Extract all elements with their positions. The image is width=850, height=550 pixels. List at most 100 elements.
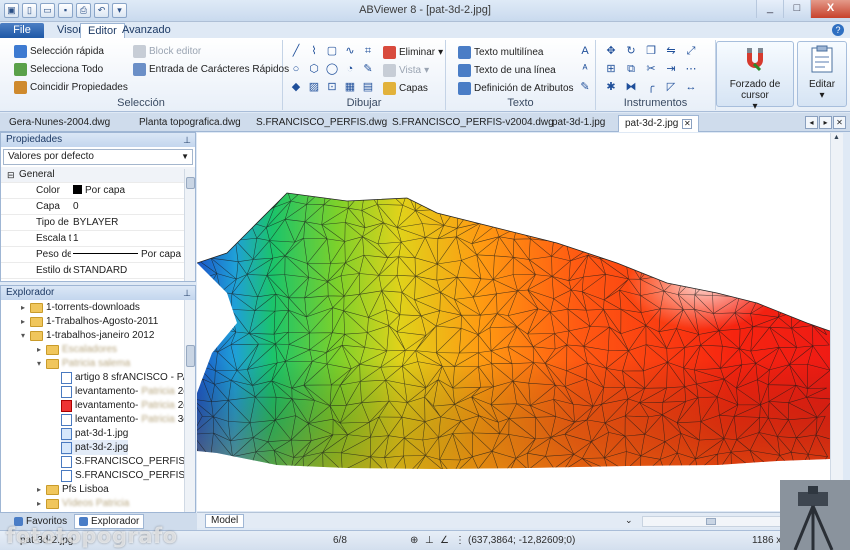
scroll-up-icon[interactable]: ▲: [831, 133, 842, 144]
text-find-icon[interactable]: ᴬ: [578, 62, 592, 76]
tab-model[interactable]: Model: [205, 514, 245, 528]
maximize-button[interactable]: □: [783, 0, 810, 18]
image-tool-icon[interactable]: ▦: [343, 80, 357, 94]
trim-icon[interactable]: ✂: [644, 62, 658, 76]
dimension-tool-icon[interactable]: ⊡: [325, 80, 339, 94]
tree-item[interactable]: ▸ 1-torrents-downloads: [19, 300, 140, 315]
move-icon[interactable]: ✥: [604, 44, 618, 58]
property-row[interactable]: Escala ti 1: [1, 231, 195, 247]
tree-item[interactable]: ▾ Patricia salema: [35, 356, 130, 371]
offset-icon[interactable]: ⧉: [624, 62, 638, 76]
drawing-canvas[interactable]: [197, 133, 830, 511]
quick-select-button[interactable]: Selección rápida: [14, 43, 104, 59]
tab-favoritos[interactable]: Favoritos: [10, 514, 71, 529]
chevron-down-icon[interactable]: ⌄: [625, 515, 633, 526]
explode-icon[interactable]: ✱: [604, 80, 618, 94]
collapse-icon[interactable]: ▾: [35, 356, 43, 371]
scrollbar-thumb[interactable]: [186, 345, 195, 367]
mirror-icon[interactable]: ⇋: [664, 44, 678, 58]
doc-tab[interactable]: pat-3d-1.jpg: [546, 115, 611, 132]
tree-item[interactable]: levantamento-Patricia3d-t: [61, 412, 195, 427]
expand-icon[interactable]: ▸: [19, 314, 27, 329]
scroll-left-icon[interactable]: ◂: [805, 116, 818, 129]
property-row[interactable]: Peso de Por capa: [1, 247, 195, 263]
tree-item[interactable]: levantamento-Patricia2d-t: [61, 398, 195, 413]
stretch-icon[interactable]: ↔: [684, 80, 698, 94]
pin-icon[interactable]: ⊥: [183, 134, 191, 147]
tree-item[interactable]: artigo 8 sfrANCISCO - PAT: [61, 370, 195, 385]
tree-item[interactable]: ▸ Vídeos Patricia: [35, 496, 129, 511]
rectangle-tool-icon[interactable]: ▢: [325, 44, 339, 58]
tree-item-selected[interactable]: pat-3d-2.jpg: [61, 440, 129, 455]
expand-icon[interactable]: ▸: [35, 496, 43, 511]
copy-icon[interactable]: ❐: [644, 44, 658, 58]
layers-button[interactable]: Capas: [383, 80, 428, 96]
match-properties-button[interactable]: Coincidir Propiedades: [14, 79, 128, 95]
scale-icon[interactable]: ⤢: [684, 44, 698, 58]
expand-icon[interactable]: ▸: [35, 482, 43, 497]
fillet-icon[interactable]: ╭: [644, 80, 658, 94]
table-tool-icon[interactable]: ▤: [361, 80, 375, 94]
tab-avanzado[interactable]: Avanzado: [115, 23, 178, 38]
snap-cursor-button[interactable]: Forzado de cursor ▾: [716, 41, 794, 112]
expand-icon[interactable]: ▸: [35, 342, 43, 357]
grid-icon[interactable]: ⋮: [455, 535, 465, 546]
polygon-tool-icon[interactable]: ⬡: [307, 62, 321, 76]
minimize-button[interactable]: _: [756, 0, 783, 18]
doc-tab-active[interactable]: pat-3d-2.jpg ✕: [618, 115, 700, 132]
text-box-tool-icon[interactable]: ⌗: [361, 44, 375, 58]
doc-tab[interactable]: Gera-Nunes-2004.dwg: [3, 115, 116, 132]
block-editor-button[interactable]: Block editor: [133, 43, 201, 59]
arc-tool-icon[interactable]: ◔: [343, 62, 357, 76]
spline-tool-icon[interactable]: ∿: [343, 44, 357, 58]
property-row[interactable]: Tipo de BYLAYER: [1, 215, 195, 231]
property-row[interactable]: Color Por capa: [1, 183, 195, 199]
tree-item[interactable]: ▾ 1-trabalhos-janeiro 2012: [19, 328, 154, 343]
single-line-text-button[interactable]: Texto de una línea: [458, 62, 556, 78]
text-edit-icon[interactable]: ✎: [578, 80, 592, 94]
array-icon[interactable]: ⊞: [604, 62, 618, 76]
doc-tab[interactable]: S.FRANCISCO_PERFIS-v2004.dwg: [386, 115, 560, 132]
quick-char-input-button[interactable]: Entrada de Carácteres Rápidos: [133, 61, 289, 77]
angle-icon[interactable]: ∠: [440, 535, 449, 546]
properties-preset-select[interactable]: Valores por defecto ▼: [3, 149, 193, 165]
scrollbar-thumb[interactable]: [706, 518, 716, 525]
select-all-button[interactable]: Selecciona Todo: [14, 61, 103, 77]
help-icon[interactable]: ?: [832, 24, 844, 36]
property-row[interactable]: Capa 0: [1, 199, 195, 215]
circle-tool-icon[interactable]: ○: [289, 62, 303, 76]
snap-icon[interactable]: ⊕: [410, 535, 418, 546]
hatch-tool-icon[interactable]: ▨: [307, 80, 321, 94]
collapse-icon[interactable]: ⊟: [7, 167, 15, 183]
tree-item[interactable]: pat-3d-1.jpg: [61, 426, 128, 441]
close-doc-icon[interactable]: ✕: [833, 116, 846, 129]
tab-explorador[interactable]: Explorador: [74, 514, 145, 529]
pin-icon[interactable]: ⊥: [183, 287, 191, 300]
tab-file[interactable]: File: [0, 23, 44, 38]
multiline-text-button[interactable]: Texto multilínea: [458, 44, 543, 60]
view-button[interactable]: Vista ▾: [383, 62, 429, 78]
tree-item[interactable]: levantamento-Patricia2d-t: [61, 384, 195, 399]
explorer-scrollbar[interactable]: [184, 300, 195, 512]
edit-button[interactable]: Editar ▾: [797, 41, 847, 107]
break-icon[interactable]: ⋯: [684, 62, 698, 76]
expand-icon[interactable]: ▸: [19, 300, 27, 315]
tree-item[interactable]: S.FRANCISCO_PERFIS.dwg: [61, 454, 195, 469]
property-row[interactable]: Estilo de STANDARD: [1, 263, 195, 279]
join-icon[interactable]: ⧓: [624, 80, 638, 94]
tree-item[interactable]: S.FRANCISCO_PERFIS-v200: [61, 468, 195, 483]
close-tab-icon[interactable]: ✕: [682, 119, 693, 129]
pen-tool-icon[interactable]: ✎: [361, 62, 375, 76]
attribute-definition-button[interactable]: Definición de Atributos: [458, 80, 574, 96]
delete-button[interactable]: Eliminar ▾: [383, 44, 443, 60]
tree-item[interactable]: ▸ 1-Trabalhos-Agosto-2011: [19, 314, 158, 329]
ortho-icon[interactable]: ⊥: [425, 535, 434, 546]
point-tool-icon[interactable]: ◆: [289, 80, 303, 94]
scroll-right-icon[interactable]: ▸: [819, 116, 832, 129]
polyline-tool-icon[interactable]: ⌇: [307, 44, 321, 58]
line-tool-icon[interactable]: ╱: [289, 44, 303, 58]
close-button[interactable]: X: [810, 0, 850, 18]
doc-tab[interactable]: Planta topografica.dwg: [133, 115, 247, 132]
doc-tab[interactable]: S.FRANCISCO_PERFIS.dwg: [250, 115, 393, 132]
tree-item[interactable]: ▸ Escaladores: [35, 342, 117, 357]
